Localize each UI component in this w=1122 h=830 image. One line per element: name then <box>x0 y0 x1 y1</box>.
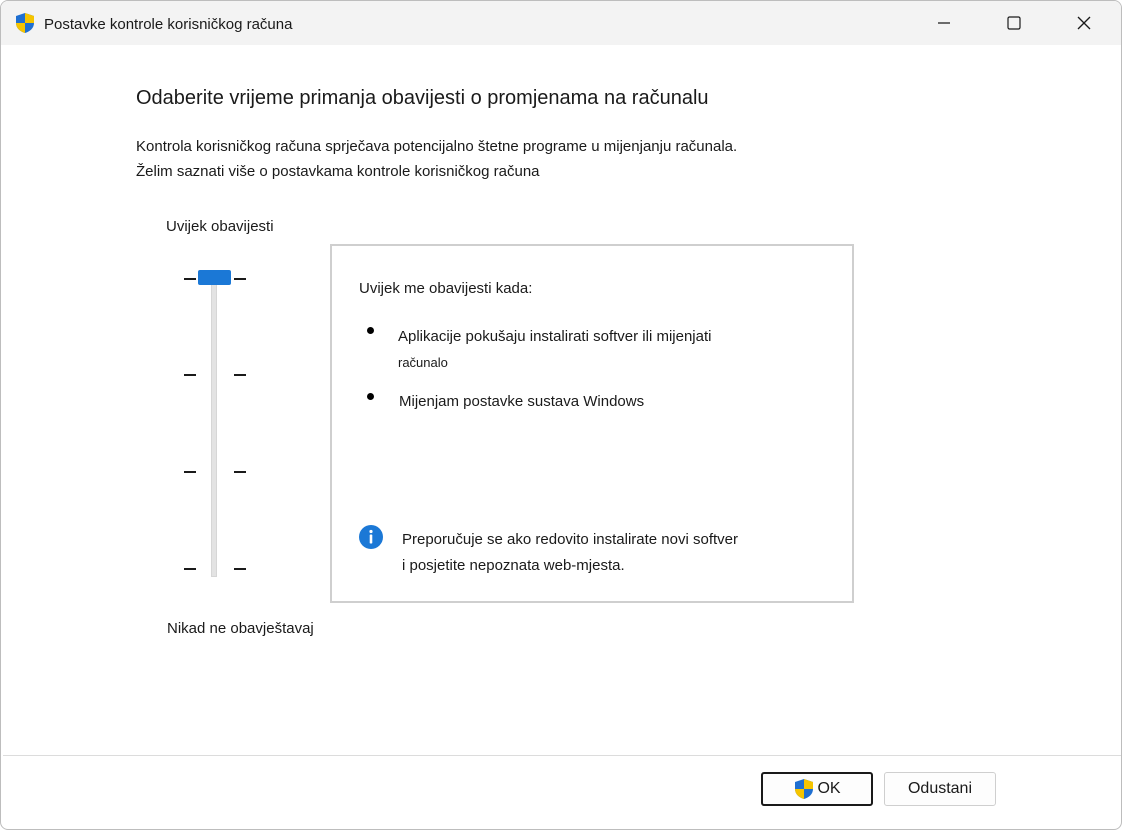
bullet-dot <box>367 393 374 400</box>
window-title: Postavke kontrole korisničkog računa <box>44 16 293 33</box>
page-heading: Odaberite vrijeme primanja obavijesti o … <box>136 87 709 109</box>
bullet-text: Aplikacije pokušaju instalirati softver … <box>398 328 712 345</box>
info-icon <box>359 525 383 549</box>
recommendation-text-continuation: i posjetite nepoznata web-mjesta. <box>402 557 625 574</box>
close-icon <box>1077 16 1091 30</box>
description-text: Kontrola korisničkog računa sprječava po… <box>136 138 738 155</box>
maximize-button[interactable] <box>979 1 1049 45</box>
notification-slider-thumb[interactable] <box>198 270 231 285</box>
slider-bottom-label: Nikad ne obavještavaj <box>167 620 314 637</box>
slider-tick-right <box>234 278 246 280</box>
level-description-title: Uvijek me obavijesti kada: <box>359 280 533 297</box>
uac-settings-window: Postavke kontrole korisničkog računa Oda… <box>0 0 1122 830</box>
slider-tick-right <box>234 374 246 376</box>
notification-slider-track[interactable] <box>211 271 217 577</box>
level-description-box <box>330 244 854 603</box>
slider-tick-left <box>184 278 196 280</box>
slider-tick-left <box>184 471 196 473</box>
uac-shield-icon <box>16 13 34 33</box>
ok-button-label: OK <box>817 780 841 797</box>
slider-tick-right <box>234 568 246 570</box>
maximize-icon <box>1007 16 1021 30</box>
bullet-text: Mijenjam postavke sustava Windows <box>399 393 645 410</box>
slider-top-label: Uvijek obavijesti <box>166 218 274 235</box>
cancel-button-label: Odustani <box>907 780 973 797</box>
slider-tick-left <box>184 374 196 376</box>
ok-button[interactable]: OK <box>761 772 873 806</box>
close-button[interactable] <box>1049 1 1119 45</box>
footer-separator <box>3 755 1121 756</box>
cancel-button[interactable]: Odustani <box>884 772 996 806</box>
learn-more-link[interactable]: Želim saznati više o postavkama kontrole… <box>136 163 540 180</box>
recommendation-text: Preporučuje se ako redovito instalirate … <box>402 531 739 548</box>
minimize-button[interactable] <box>909 1 979 45</box>
minimize-icon <box>938 22 950 24</box>
slider-tick-left <box>184 568 196 570</box>
uac-shield-icon <box>795 779 814 799</box>
title-bar[interactable]: Postavke kontrole korisničkog računa <box>1 1 1121 45</box>
bullet-text-continuation: računalo <box>398 355 448 370</box>
slider-tick-right <box>234 471 246 473</box>
bullet-dot <box>367 327 374 334</box>
